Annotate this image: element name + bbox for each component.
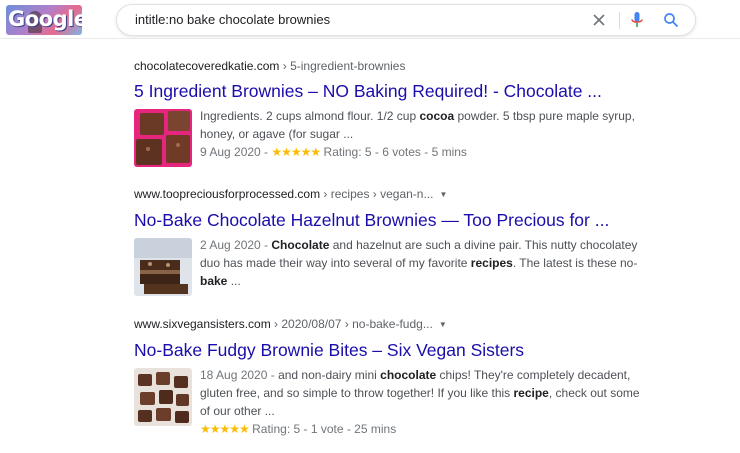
result-meta: 9 Aug 2020 - ★★★★★ Rating: 5 - 6 votes -… <box>200 143 644 161</box>
result-path: › recipes › vegan-n... <box>320 187 434 201</box>
close-icon[interactable] <box>591 12 607 28</box>
result-path: › 5-ingredient-brownies <box>279 59 406 73</box>
chevron-down-icon[interactable]: ▼ <box>439 317 447 333</box>
search-result: chocolatecoveredkatie.com › 5-ingredient… <box>134 58 644 167</box>
result-thumbnail[interactable] <box>134 238 192 296</box>
result-site: www.sixvegansisters.com <box>134 317 271 331</box>
result-body: 2 Aug 2020 - Chocolate and hazelnut are … <box>134 236 644 296</box>
snippet-text: and non-dairy mini <box>278 368 381 382</box>
snippet-highlight: cocoa <box>419 109 455 123</box>
search-box[interactable]: intitle:no bake chocolate brownies <box>116 4 696 36</box>
rating-text: Rating: 5 - 1 vote - 25 mins <box>248 422 397 436</box>
snippet-text: . The latest is these no- <box>512 256 638 270</box>
result-date: 18 Aug 2020 - <box>200 368 279 382</box>
search-input[interactable]: intitle:no bake chocolate brownies <box>135 12 330 27</box>
result-snippet: Ingredients. 2 cups almond flour. 1/2 cu… <box>200 107 644 143</box>
result-date: 2 Aug 2020 - <box>200 238 272 252</box>
divider <box>619 12 620 29</box>
snippet-highlight: recipe <box>513 386 549 400</box>
search-result: www.toopreciousforprocessed.com › recipe… <box>134 186 644 296</box>
snippet-highlight: Chocolate <box>271 238 330 252</box>
result-url[interactable]: www.sixvegansisters.com › 2020/08/07 › n… <box>134 316 644 333</box>
result-body: Ingredients. 2 cups almond flour. 1/2 cu… <box>134 107 644 167</box>
result-thumbnail[interactable] <box>134 368 192 426</box>
result-url[interactable]: chocolatecoveredkatie.com › 5-ingredient… <box>134 58 644 74</box>
result-title-link[interactable]: 5 Ingredient Brownies – NO Baking Requir… <box>134 79 644 103</box>
result-meta: ★★★★★ Rating: 5 - 1 vote - 25 mins <box>200 420 644 438</box>
chevron-down-icon[interactable]: ▼ <box>439 187 447 203</box>
snippet-highlight: chocolate <box>380 368 437 382</box>
result-snippet: 18 Aug 2020 - and non-dairy mini chocola… <box>200 366 644 420</box>
snippet-highlight: bake <box>200 274 228 288</box>
result-snippet: 2 Aug 2020 - Chocolate and hazelnut are … <box>200 236 644 290</box>
search-header: Google intitle:no bake chocolate brownie… <box>0 0 740 40</box>
result-title-link[interactable]: No-Bake Chocolate Hazelnut Brownies — To… <box>134 208 644 232</box>
snippet-text: Ingredients. 2 cups almond flour. 1/2 cu… <box>200 109 420 123</box>
result-thumbnail[interactable] <box>134 109 192 167</box>
snippet-text: ... <box>227 274 241 288</box>
header-divider <box>0 38 740 39</box>
google-doodle-logo[interactable]: Google <box>6 5 82 35</box>
result-body: 18 Aug 2020 - and non-dairy mini chocola… <box>134 366 644 438</box>
rating-stars: ★★★★★ <box>200 422 250 436</box>
result-site: www.toopreciousforprocessed.com <box>134 187 321 201</box>
result-date: 9 Aug 2020 - <box>200 145 272 159</box>
rating-stars: ★★★★★ <box>271 145 321 159</box>
search-result: www.sixvegansisters.com › 2020/08/07 › n… <box>134 316 644 438</box>
mic-icon[interactable] <box>629 11 645 29</box>
result-title-link[interactable]: No-Bake Fudgy Brownie Bites – Six Vegan … <box>134 338 644 362</box>
result-site: chocolatecoveredkatie.com <box>134 59 280 73</box>
search-icon[interactable] <box>663 12 679 28</box>
snippet-highlight: recipes <box>470 256 513 270</box>
logo-text: Google <box>8 7 82 31</box>
result-path: › 2020/08/07 › no-bake-fudg... <box>270 317 433 331</box>
rating-text: Rating: 5 - 6 votes - 5 mins <box>320 145 467 159</box>
result-url[interactable]: www.toopreciousforprocessed.com › recipe… <box>134 186 644 203</box>
